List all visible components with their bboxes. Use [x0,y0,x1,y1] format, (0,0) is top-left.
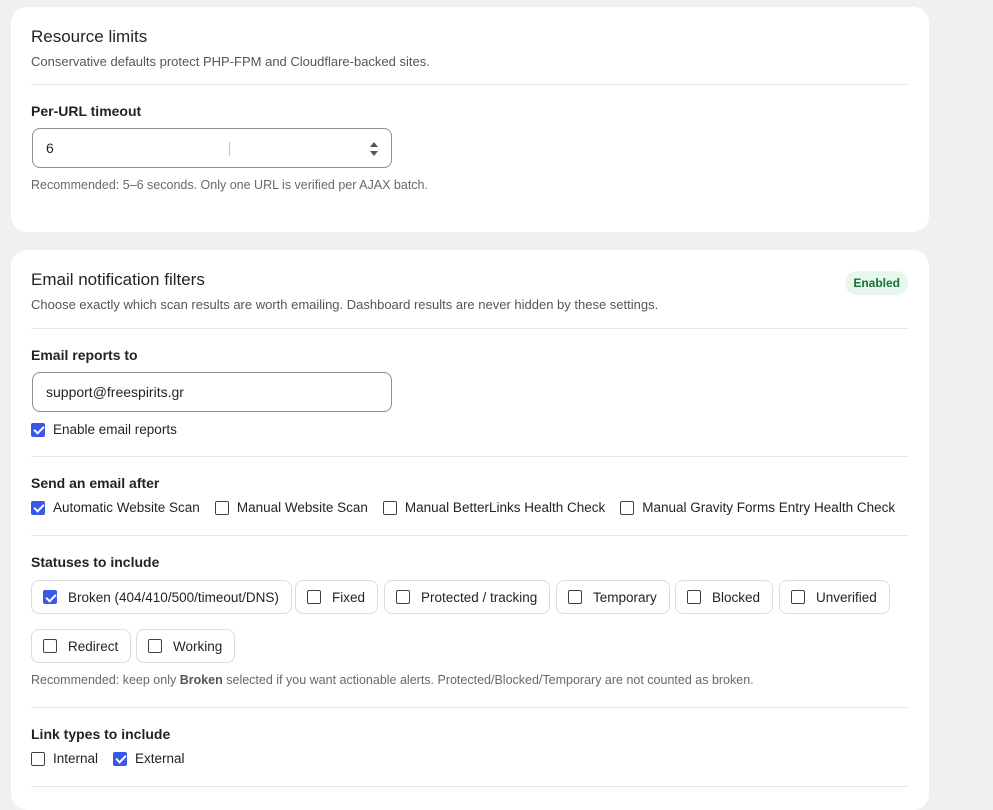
checkbox-unchecked-icon[interactable] [620,500,635,515]
checkbox-checked-icon[interactable] [31,500,45,515]
divider [31,707,908,708]
status-chip-protected-tracking[interactable]: Protected / tracking [384,580,551,614]
status-chip-label: Blocked [712,589,761,605]
email-notification-filters-card: Email notification filters Enabled Choos… [11,250,929,810]
status-chip-label: Working [173,638,223,654]
status-chip-temporary[interactable]: Temporary [556,580,670,614]
statuses-help-suffix: selected if you want actionable alerts. … [222,673,754,687]
status-chip-label: Temporary [593,589,657,605]
option-label: External [135,751,185,766]
divider [31,535,908,536]
send-after-manual-website-scan[interactable]: Manual Website Scan [214,500,368,515]
status-chip-label: Protected / tracking [421,589,538,605]
per-url-timeout-value: 6 [46,140,54,156]
status-chip-label: Unverified [816,589,877,605]
link-types-label: Link types to include [31,726,171,742]
statuses-help-prefix: Recommended: keep only [31,673,180,687]
link-type-external[interactable]: External [113,751,185,766]
number-spinner-icon[interactable] [369,140,379,158]
divider [31,786,908,787]
status-chip-blocked[interactable]: Blocked [675,580,774,614]
status-chip-unverified[interactable]: Unverified [779,580,890,614]
checkbox-unchecked-icon[interactable] [568,590,582,604]
send-after-manual-gravity-forms-entry-health-check[interactable]: Manual Gravity Forms Entry Health Check [620,500,895,515]
send-email-after-label: Send an email after [31,475,160,491]
per-url-timeout-input[interactable]: 6 [32,128,392,168]
checkbox-checked-icon[interactable] [113,751,128,766]
checkbox-unchecked-icon[interactable] [382,500,397,515]
status-badge: Enabled [845,271,908,295]
statuses-to-include-label: Statuses to include [31,554,160,570]
text-cursor [229,142,230,156]
email-reports-to-value: support@freespirits.gr [46,384,184,400]
checkbox-unchecked-icon[interactable] [43,639,57,653]
email-reports-to-input[interactable]: support@freespirits.gr [32,372,392,412]
enable-email-reports-checkbox[interactable]: Enable email reports [31,422,177,437]
link-types-options: Internal External [31,751,200,766]
email-reports-to-label: Email reports to [31,347,138,363]
email-filters-description: Choose exactly which scan results are wo… [31,297,659,312]
checkbox-unchecked-icon[interactable] [396,590,410,604]
send-after-manual-betterlinks-health-check[interactable]: Manual BetterLinks Health Check [382,500,606,515]
resource-limits-description: Conservative defaults protect PHP-FPM an… [31,54,430,69]
option-label: Internal [53,751,99,766]
checkbox-unchecked-icon[interactable] [791,590,805,604]
checkbox-checked-icon[interactable] [43,590,57,604]
status-chip-redirect[interactable]: Redirect [31,629,132,663]
resource-limits-card: Resource limits Conservative defaults pr… [11,7,929,232]
checkbox-unchecked-icon[interactable] [307,590,321,604]
divider [31,456,908,457]
status-chip-label: Fixed [332,589,366,605]
per-url-timeout-help: Recommended: 5–6 seconds. Only one URL i… [31,178,428,192]
enable-email-reports-label: Enable email reports [53,422,177,437]
divider [31,328,908,329]
checkbox-unchecked-icon[interactable] [31,751,45,766]
checkbox-checked-icon[interactable] [31,422,45,437]
link-type-internal[interactable]: Internal [31,751,98,766]
status-chip-label: Broken (404/410/500/timeout/DNS) [68,589,279,605]
statuses-help-bold: Broken [179,673,223,687]
divider [31,84,908,85]
per-url-timeout-label: Per-URL timeout [31,103,142,119]
option-label: Manual BetterLinks Health Check [404,500,606,515]
send-email-after-options: Automatic Website Scan Manual Website Sc… [31,500,910,515]
option-label: Automatic Website Scan [53,500,200,515]
option-label: Manual Website Scan [236,500,368,515]
status-chip-fixed[interactable]: Fixed [295,580,379,614]
option-label: Manual Gravity Forms Entry Health Check [642,500,896,515]
status-chip-label: Redirect [68,638,119,654]
status-chip-broken[interactable]: Broken (404/410/500/timeout/DNS) [31,580,292,614]
send-after-automatic-website-scan[interactable]: Automatic Website Scan [31,500,200,515]
resource-limits-title: Resource limits [31,27,148,46]
statuses-help: Recommended: keep only Broken selected i… [31,673,754,687]
email-filters-title: Email notification filters [31,270,205,289]
status-chip-working[interactable]: Working [136,629,236,663]
checkbox-unchecked-icon[interactable] [148,639,162,653]
checkbox-unchecked-icon[interactable] [687,590,701,604]
checkbox-unchecked-icon[interactable] [214,500,229,515]
